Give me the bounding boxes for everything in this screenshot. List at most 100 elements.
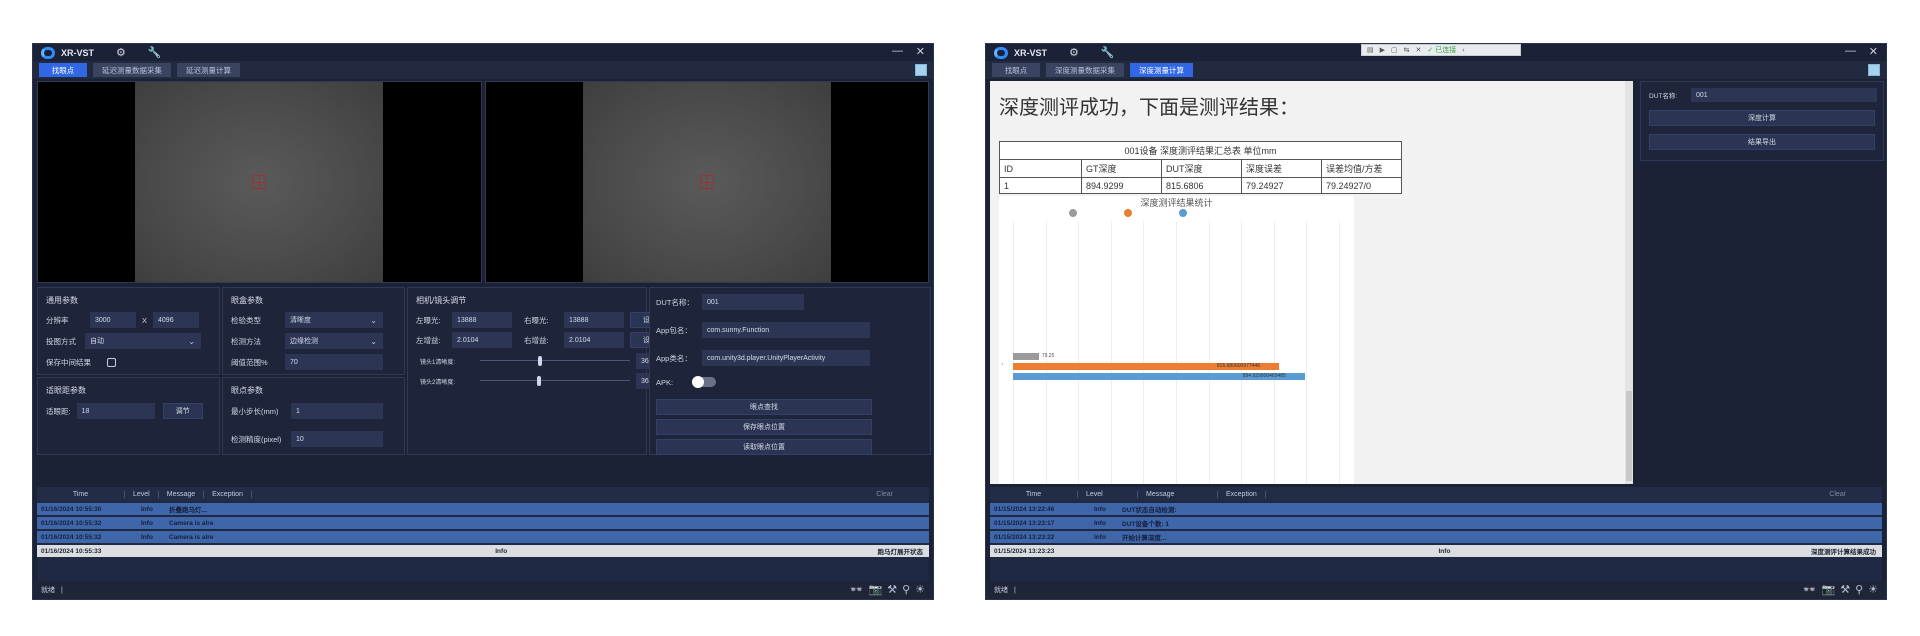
cell-dut-depth: 815.6806 [1161,177,1242,194]
left-exposure-input[interactable]: 13888 [452,312,512,328]
camera-params-panel: 相机/镜头调节 左曝光: 13888 右曝光: 13888 设置 左增益: 2.… [407,287,676,455]
column-time[interactable]: Time [990,490,1078,498]
save-intermediate-checkbox[interactable] [107,358,116,367]
tab-bar: 找眼点 延迟测量数据采集 延迟测量计算 [33,61,933,79]
projection-label: 投图方式 [46,336,76,346]
legend-marker-2[interactable] [1179,209,1187,217]
app-class-input[interactable]: com.unity3d.player.UnityPlayerActivity [702,350,870,366]
adjust-button[interactable]: 调节 [162,403,203,419]
camera-icon[interactable]: 📷 [1821,583,1835,596]
legend-marker-0[interactable] [1069,209,1077,217]
projection-select[interactable]: 自动 ⌄ [85,333,201,349]
light-icon[interactable]: ☀ [915,583,925,596]
log-row[interactable]: 01/16/2024 10:55:32 Info Camera is alre [37,517,929,529]
precision-input[interactable]: 10 [291,431,383,447]
log-row[interactable]: 01/16/2024 10:55:32 Info Camera is alre [37,531,929,543]
lens1-sharpness-slider[interactable] [480,356,630,366]
dut-name-input[interactable]: 001 [702,294,804,310]
tab-find-eyepoint[interactable]: 找眼点 [39,63,87,77]
log-row[interactable]: 01/16/2024 10:55:30 Info 折叠跑马灯... [37,503,929,515]
minimize-button[interactable]: — [892,45,903,57]
log-time: 01/15/2024 13:22:46 [994,505,1055,513]
panel-title: 眼盒参数 [231,296,263,305]
clear-log-button[interactable]: Clear [868,491,901,498]
tab-latency-data-capture[interactable]: 延迟测量数据采集 [93,63,171,77]
column-time[interactable]: Time [37,490,125,498]
log-row[interactable]: 01/15/2024 13:22:46 Info DUT状态自动检测: [990,503,1882,515]
vr-headset-icon[interactable]: 👓 [850,583,864,596]
minimize-button[interactable]: — [1845,45,1856,57]
camera-icon[interactable]: 📷 [868,583,882,596]
find-eyepoint-button[interactable]: 眼点查找 [656,399,872,415]
gear-icon[interactable]: ⚙ [116,46,126,59]
left-gain-input[interactable]: 2.0104 [452,332,512,348]
app-package-input[interactable]: com.sunny.Function [702,322,870,338]
chart-gridline [1339,221,1340,484]
column-level[interactable]: Level [125,490,159,498]
tab-latency-calc[interactable]: 延迟测量计算 [177,63,240,77]
webcam-icon[interactable]: ⚲ [1855,583,1863,596]
general-params-panel: 通用参数 分辨率 3000 X 4096 投图方式 自动 ⌄ 保存中间结果 [37,287,220,375]
toolbar-network-icon[interactable]: ⇆ [1404,46,1410,54]
column-message[interactable]: Message [1138,490,1218,498]
panel-toggle-button[interactable] [915,64,927,76]
light-icon[interactable]: ☀ [1868,583,1878,596]
robot-arm-icon[interactable]: ⚒ [1840,583,1850,596]
tab-depth-data-capture[interactable]: 深度测量数据采集 [1046,63,1124,77]
right-gain-input[interactable]: 2.0104 [564,332,624,348]
wrench-icon[interactable]: 🔧 [148,46,162,59]
close-button[interactable]: ✕ [1869,45,1878,58]
app-logo-icon [994,46,1008,59]
apk-toggle[interactable] [692,376,716,388]
log-row[interactable]: 01/15/2024 13:23:22 Info 开始计算深度... [990,531,1882,543]
legend-marker-1[interactable] [1124,209,1132,217]
method-value: 边缘检测 [290,338,318,345]
vr-headset-icon[interactable]: 👓 [1803,583,1817,596]
clear-log-button[interactable]: Clear [1821,491,1854,498]
results-table: 001设备 深度测评结果汇总表 单位mm ID GT深度 DUT深度 深度误差 … [999,141,1402,194]
min-step-input[interactable]: 1 [291,403,383,419]
eye-distance-input[interactable]: 18 [76,403,155,419]
resolution-width-input[interactable]: 3000 [90,312,136,328]
tab-depth-calc[interactable]: 深度测量计算 [1130,63,1193,77]
toolbar-window-icon[interactable]: ▢ [1391,46,1398,54]
toolbar-pointer-icon[interactable]: ▶ [1380,46,1385,54]
column-exception[interactable]: Exception [1218,490,1266,498]
dut-name-input[interactable]: 001 [1691,88,1877,102]
robot-arm-icon[interactable]: ⚒ [887,583,897,596]
method-select[interactable]: 边缘检测 ⌄ [285,333,383,349]
check-type-select[interactable]: 清晰度 ⌄ [285,312,383,328]
depth-calc-button[interactable]: 深度计算 [1649,110,1875,126]
report-scrollbar[interactable] [1625,81,1633,484]
column-exception[interactable]: Exception [204,490,252,498]
resolution-height-input[interactable]: 4096 [153,312,200,328]
slider-thumb[interactable] [536,376,541,386]
log-row[interactable]: 01/15/2024 13:23:17 Info DUT设备个数: 1 [990,517,1882,529]
tab-find-eyepoint[interactable]: 找眼点 [992,63,1040,77]
right-exposure-input[interactable]: 13888 [564,312,624,328]
export-results-button[interactable]: 结果导出 [1649,134,1875,150]
save-eyepoint-button[interactable]: 保存眼点位置 [656,419,872,435]
scrollbar-thumb[interactable] [1626,391,1632,481]
slider-thumb[interactable] [538,356,543,366]
header-gt-depth: GT深度 [1081,159,1162,178]
close-button[interactable]: ✕ [916,45,925,58]
column-message[interactable]: Message [159,490,205,498]
toolbar-mute-icon[interactable]: ✕ [1416,46,1422,54]
lens2-sharpness-slider[interactable] [480,376,630,386]
gear-icon[interactable]: ⚙ [1069,46,1079,59]
chart-gridline [1273,221,1275,484]
eyebox-params-panel: 眼盒参数 检验类型 清晰度 ⌄ 检测方法 边缘检测 ⌄ 阈值范围% 70 [222,287,405,375]
log-row-selected[interactable]: 01/16/2024 10:55:33 Info 跑马灯展开状态 [37,545,929,557]
log-table: Time Level Message Exception Clear 01/15… [990,487,1882,582]
wrench-icon[interactable]: 🔧 [1101,46,1115,59]
toolbar-collapse-icon[interactable]: ‹ [1462,47,1464,54]
column-level[interactable]: Level [1078,490,1138,498]
log-row-selected[interactable]: 01/15/2024 13:23:23 Info 深度测评计算结果成功 [990,545,1882,557]
threshold-input[interactable]: 70 [285,354,383,370]
panel-toggle-button[interactable] [1868,64,1880,76]
webcam-icon[interactable]: ⚲ [902,583,910,596]
eye-point-panel: 眼点参数 最小步长(mm) 1 检测精度(pixel) 10 [222,377,405,455]
toolbar-tool-icon[interactable]: ▤ [1367,46,1374,54]
read-eyepoint-button[interactable]: 读取眼点位置 [656,439,872,455]
